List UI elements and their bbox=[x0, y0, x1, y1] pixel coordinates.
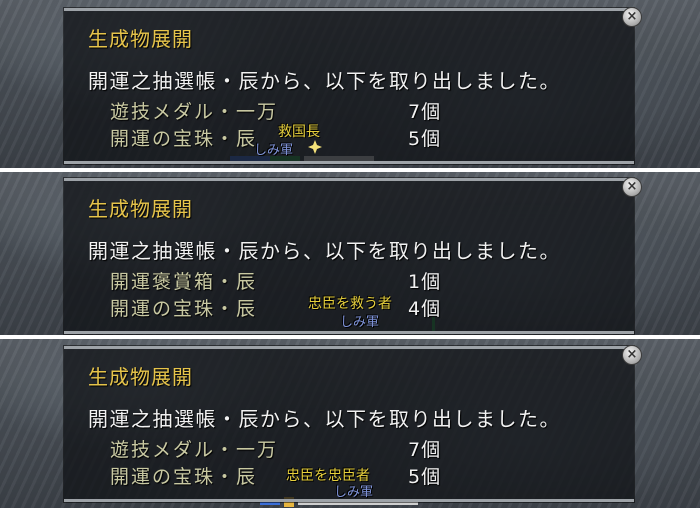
player-guild-overlay: しみ軍 bbox=[254, 143, 294, 158]
dialog-message: 開運之抽選帳・辰から、以下を取り出しました。 bbox=[88, 407, 561, 431]
close-button[interactable]: × bbox=[622, 7, 642, 27]
item-quantity: 4個 bbox=[408, 298, 442, 320]
item-unpack-dialog-3: × 生成物展開 開運之抽選帳・辰から、以下を取り出しました。 遊技メダル・一万 … bbox=[64, 345, 642, 502]
item-name: 開運の宝珠・辰 bbox=[110, 298, 258, 320]
screenshot-strip-1: × 生成物展開 開運之抽選帳・辰から、以下を取り出しました。 遊技メダル・一万 … bbox=[0, 0, 700, 168]
screenshot-strip-2: × 生成物展開 開運之抽選帳・辰から、以下を取り出しました。 開運褒賞箱・辰 1… bbox=[0, 172, 700, 335]
item-name: 遊技メダル・一万 bbox=[110, 439, 279, 461]
dialog-message: 開運之抽選帳・辰から、以下を取り出しました。 bbox=[88, 69, 561, 93]
item-row: 開運の宝珠・辰 4個 bbox=[110, 294, 490, 320]
dialog-message: 開運之抽選帳・辰から、以下を取り出しました。 bbox=[88, 239, 561, 263]
item-quantity: 7個 bbox=[408, 439, 442, 461]
player-name-overlay: 忠臣を救う者 bbox=[308, 296, 392, 312]
close-button[interactable]: × bbox=[622, 177, 642, 197]
player-guild-overlay: しみ軍 bbox=[340, 315, 380, 330]
item-unpack-dialog-1: × 生成物展開 開運之抽選帳・辰から、以下を取り出しました。 遊技メダル・一万 … bbox=[64, 7, 642, 164]
item-name: 開運の宝珠・辰 bbox=[110, 466, 258, 488]
item-name: 開運褒賞箱・辰 bbox=[110, 271, 258, 293]
item-row: 遊技メダル・一万 7個 bbox=[110, 435, 490, 461]
item-quantity: 5個 bbox=[408, 128, 442, 150]
item-row: 遊技メダル・一万 7個 bbox=[110, 97, 490, 123]
screenshot-strip-3: × 生成物展開 開運之抽選帳・辰から、以下を取り出しました。 遊技メダル・一万 … bbox=[0, 339, 700, 508]
player-name-overlay: 救国長 bbox=[278, 124, 320, 140]
dialog-title: 生成物展開 bbox=[88, 365, 193, 389]
item-quantity: 5個 bbox=[408, 466, 442, 488]
item-unpack-dialog-2: × 生成物展開 開運之抽選帳・辰から、以下を取り出しました。 開運褒賞箱・辰 1… bbox=[64, 177, 642, 334]
player-guild-overlay: しみ軍 bbox=[334, 485, 374, 500]
item-name: 遊技メダル・一万 bbox=[110, 101, 279, 123]
dialog-title: 生成物展開 bbox=[88, 27, 193, 51]
sparkle-icon bbox=[308, 139, 322, 158]
close-button[interactable]: × bbox=[622, 345, 642, 365]
dialog-title: 生成物展開 bbox=[88, 197, 193, 221]
item-quantity: 1個 bbox=[408, 271, 442, 293]
item-quantity: 7個 bbox=[408, 101, 442, 123]
item-row: 開運褒賞箱・辰 1個 bbox=[110, 267, 490, 293]
item-name: 開運の宝珠・辰 bbox=[110, 128, 258, 150]
